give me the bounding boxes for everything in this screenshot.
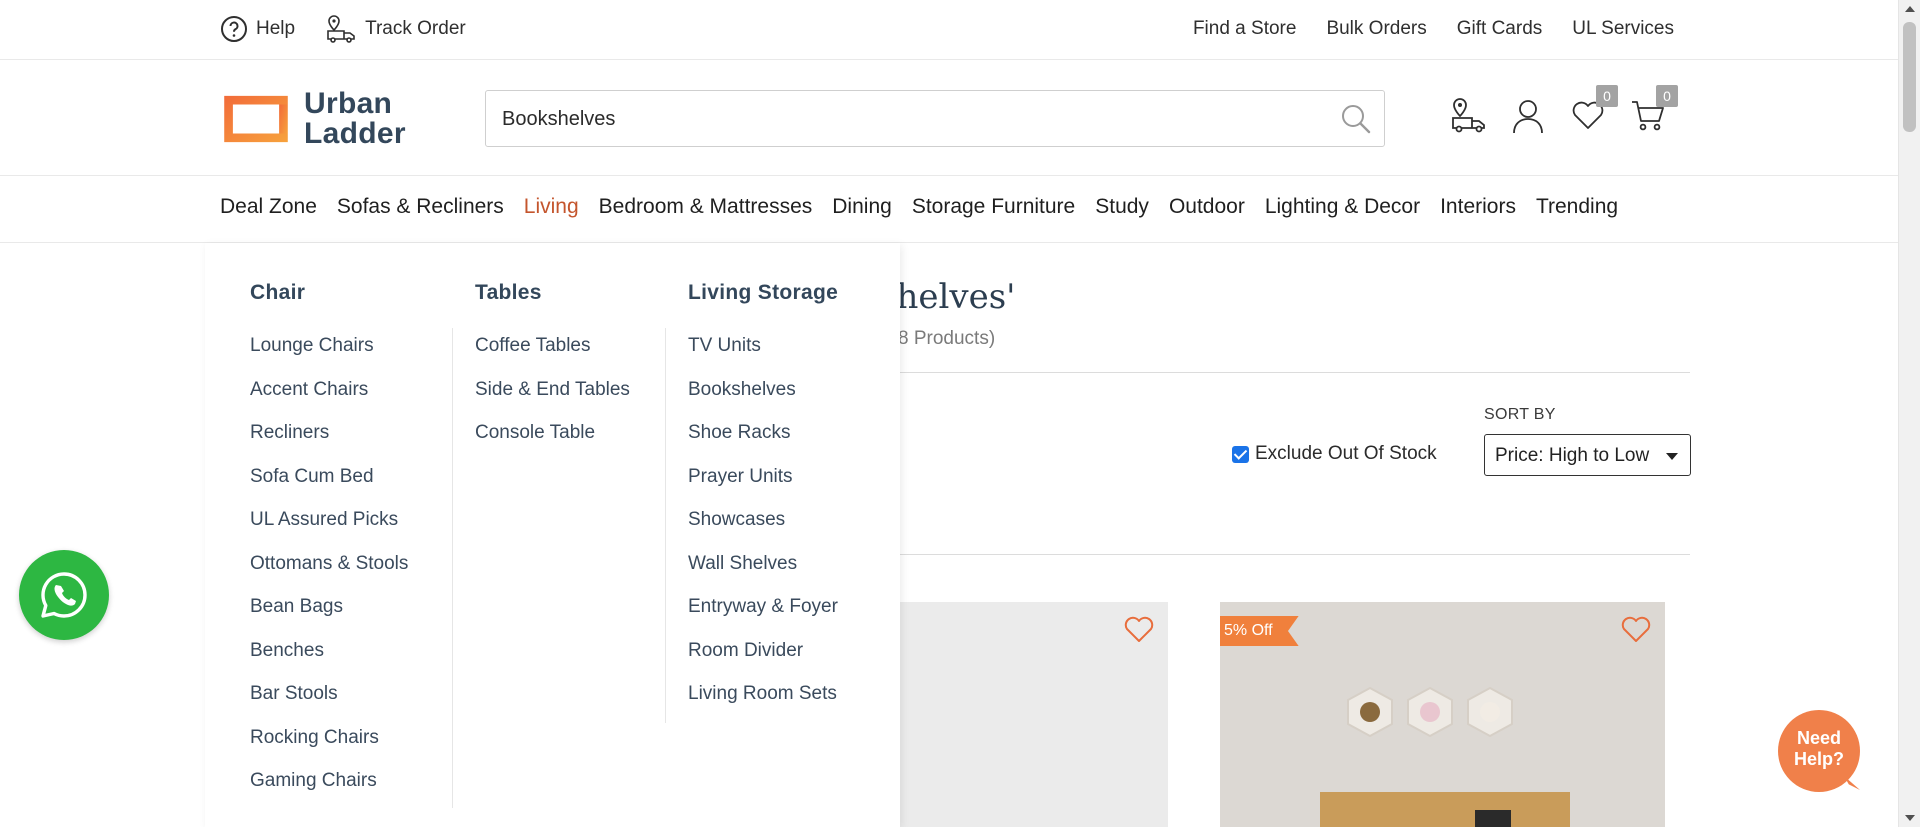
menu-item-showcases[interactable]: Showcases <box>688 509 838 553</box>
wishlist-heart-icon[interactable] <box>1124 616 1154 644</box>
logo-mark-icon <box>224 95 288 143</box>
exclude-out-of-stock-label: Exclude Out Of Stock <box>1255 443 1437 464</box>
site-logo[interactable]: Urban Ladder <box>220 89 406 149</box>
wishlist-button[interactable]: 0 <box>1570 85 1618 135</box>
main-navigation: Deal Zone Sofas & Recliners Living Bedro… <box>0 177 1898 243</box>
help-link[interactable]: Help <box>220 15 295 43</box>
track-order-icon <box>327 15 355 43</box>
column-divider <box>452 328 453 808</box>
menu-item-wall-shelves[interactable]: Wall Shelves <box>688 553 838 597</box>
need-help-line2: Help? <box>1793 749 1844 769</box>
mega-menu-column-chair: Chair Lounge Chairs Accent Chairs Reclin… <box>250 281 408 814</box>
exclude-out-of-stock-toggle[interactable]: Exclude Out Of Stock <box>1232 443 1437 465</box>
track-order-link[interactable]: Track Order <box>325 14 466 44</box>
menu-item-ul-assured-picks[interactable]: UL Assured Picks <box>250 509 408 553</box>
wishlist-heart-icon[interactable] <box>1621 616 1651 644</box>
menu-item-prayer-units[interactable]: Prayer Units <box>688 466 838 510</box>
nav-item-outdoor[interactable]: Outdoor <box>1169 195 1245 219</box>
find-store-link[interactable]: Find a Store <box>1193 18 1297 40</box>
header-icons: 0 0 <box>1450 85 1678 135</box>
menu-item-living-room-sets[interactable]: Living Room Sets <box>688 683 838 727</box>
chevron-down-icon <box>1666 453 1678 460</box>
menu-item-bean-bags[interactable]: Bean Bags <box>250 596 408 640</box>
menu-item-console-table[interactable]: Console Table <box>475 422 630 466</box>
store-locator-button[interactable] <box>1450 97 1486 135</box>
bulk-orders-link[interactable]: Bulk Orders <box>1326 18 1426 40</box>
menu-item-shoe-racks[interactable]: Shoe Racks <box>688 422 838 466</box>
exclude-out-of-stock-checkbox[interactable] <box>1232 445 1249 463</box>
need-help-chat-button[interactable]: Need Help? <box>1778 710 1860 792</box>
menu-item-bookshelves[interactable]: Bookshelves <box>688 379 838 423</box>
search-input[interactable]: Bookshelves <box>502 108 615 131</box>
menu-item-rocking-chairs[interactable]: Rocking Chairs <box>250 727 408 771</box>
menu-item-coffee-tables[interactable]: Coffee Tables <box>475 335 630 379</box>
menu-item-bar-stools[interactable]: Bar Stools <box>250 683 408 727</box>
page-scrollbar[interactable] <box>1898 0 1920 827</box>
nav-item-interiors[interactable]: Interiors <box>1440 195 1516 219</box>
menu-item-gaming-chairs[interactable]: Gaming Chairs <box>250 770 408 814</box>
cart-button[interactable]: 0 <box>1630 85 1678 135</box>
menu-item-room-divider[interactable]: Room Divider <box>688 640 838 684</box>
search-box[interactable]: Bookshelves <box>485 90 1385 147</box>
sort-by-value: Price: High to Low <box>1495 445 1650 466</box>
gift-cards-link[interactable]: Gift Cards <box>1457 18 1543 40</box>
sort-by-label: SORT BY <box>1484 406 1556 423</box>
help-icon <box>221 16 247 42</box>
product-card[interactable]: 5% Off <box>1220 602 1665 827</box>
mega-menu-column-living-storage: Living Storage TV Units Bookshelves Shoe… <box>688 281 838 727</box>
menu-item-tv-units[interactable]: TV Units <box>688 335 838 379</box>
sort-by-select[interactable]: Price: High to Low <box>1484 434 1691 476</box>
logo-text: Urban Ladder <box>304 87 406 150</box>
nav-item-storage-furniture[interactable]: Storage Furniture <box>912 195 1075 219</box>
nav-item-trending[interactable]: Trending <box>1536 195 1618 219</box>
whatsapp-icon <box>41 572 87 618</box>
help-label: Help <box>256 18 296 39</box>
menu-item-entryway-foyer[interactable]: Entryway & Foyer <box>688 596 838 640</box>
nav-item-living[interactable]: Living <box>524 195 579 219</box>
site-header: Urban Ladder Bookshelves 0 0 <box>0 61 1898 176</box>
nav-item-dining[interactable]: Dining <box>832 195 892 219</box>
mega-menu-heading-chair[interactable]: Chair <box>250 281 408 305</box>
search-icon[interactable] <box>1340 103 1372 135</box>
nav-item-sofas-recliners[interactable]: Sofas & Recliners <box>337 195 504 219</box>
menu-item-lounge-chairs[interactable]: Lounge Chairs <box>250 335 408 379</box>
mega-menu-column-tables: Tables Coffee Tables Side & End Tables C… <box>475 281 630 466</box>
whatsapp-chat-button[interactable] <box>19 550 109 640</box>
need-help-line1: Need <box>1796 728 1841 748</box>
top-utility-bar: Help Track Order Find a Store Bulk Order… <box>0 0 1898 60</box>
living-mega-menu: Chair Lounge Chairs Accent Chairs Reclin… <box>205 243 900 827</box>
menu-item-side-end-tables[interactable]: Side & End Tables <box>475 379 630 423</box>
nav-item-bedroom-mattresses[interactable]: Bedroom & Mattresses <box>599 195 813 219</box>
delivery-location-icon <box>1452 98 1485 133</box>
ul-services-link[interactable]: UL Services <box>1572 18 1674 40</box>
cart-count-badge: 0 <box>1656 85 1678 107</box>
scroll-up-arrow-icon[interactable] <box>1905 6 1915 12</box>
scroll-down-arrow-icon[interactable] <box>1905 815 1915 821</box>
results-count: 8 Products) <box>898 328 996 349</box>
mega-menu-heading-living-storage[interactable]: Living Storage <box>688 281 838 305</box>
column-divider <box>665 328 666 723</box>
menu-item-recliners[interactable]: Recliners <box>250 422 408 466</box>
menu-item-benches[interactable]: Benches <box>250 640 408 684</box>
menu-item-accent-chairs[interactable]: Accent Chairs <box>250 379 408 423</box>
nav-item-study[interactable]: Study <box>1095 195 1149 219</box>
track-order-label: Track Order <box>365 18 466 39</box>
account-button[interactable] <box>1510 97 1546 135</box>
mega-menu-heading-tables[interactable]: Tables <box>475 281 630 305</box>
menu-item-ottomans-stools[interactable]: Ottomans & Stools <box>250 553 408 597</box>
user-icon <box>1513 100 1543 134</box>
wishlist-count-badge: 0 <box>1596 85 1618 107</box>
nav-item-lighting-decor[interactable]: Lighting & Decor <box>1265 195 1420 219</box>
discount-badge: 5% Off <box>1220 616 1299 646</box>
nav-item-deal-zone[interactable]: Deal Zone <box>220 195 317 219</box>
scrollbar-thumb[interactable] <box>1903 22 1916 132</box>
menu-item-sofa-cum-bed[interactable]: Sofa Cum Bed <box>250 466 408 510</box>
